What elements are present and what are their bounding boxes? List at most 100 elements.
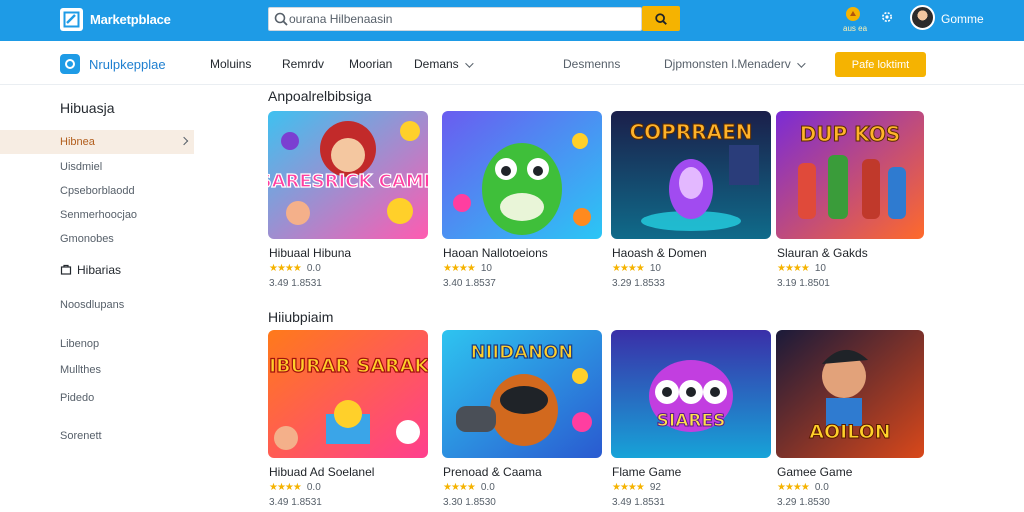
bag-icon xyxy=(60,264,72,275)
store-brand[interactable]: Nrulpkepplae xyxy=(89,57,166,72)
app-logo-icon[interactable] xyxy=(60,8,83,31)
rating-stars-icon: ★★★★ xyxy=(269,263,302,274)
nav-item-3[interactable]: Moorian xyxy=(349,57,392,71)
nav-dropdown[interactable]: Demans xyxy=(414,57,474,71)
app-brand[interactable]: Marketpblace xyxy=(90,12,171,27)
section-title: Hiiubpiaim xyxy=(268,309,334,325)
game-thumbnail[interactable]: AOILON xyxy=(776,330,924,458)
rating-value: 92 xyxy=(649,482,661,493)
store-logo-icon[interactable] xyxy=(60,54,80,74)
game-rating: ★★★★ 0.0 xyxy=(269,263,321,274)
search-icon xyxy=(655,12,667,25)
game-meta: 3.40 1.8537 xyxy=(443,278,496,289)
game-thumbnail[interactable] xyxy=(442,111,602,239)
user-name[interactable]: Gomme xyxy=(941,12,984,26)
game-thumbnail[interactable]: COPRRAEN xyxy=(611,111,771,239)
game-rating: ★★★★ 10 xyxy=(612,263,661,274)
game-rating: ★★★★ 0.0 xyxy=(443,482,495,493)
user-avatar[interactable] xyxy=(910,5,935,30)
sidebar-item-label: Hibnea xyxy=(60,136,95,148)
game-meta: 3.49 1.8531 xyxy=(269,278,322,289)
chevron-down-icon xyxy=(464,59,474,68)
nav-dropdown-2[interactable]: Djpmonsten l.Menaderv xyxy=(664,57,806,71)
game-title[interactable]: Flame Game xyxy=(612,465,681,479)
nav-item-2[interactable]: Remrdv xyxy=(282,57,324,71)
search-box[interactable] xyxy=(268,7,642,31)
thumbnail-art-text: SIARES xyxy=(657,411,726,431)
rating-value: 10 xyxy=(649,263,661,274)
game-meta: 3.19 1.8501 xyxy=(777,278,830,289)
rating-value: 0.0 xyxy=(306,482,321,493)
rating-stars-icon: ★★★★ xyxy=(269,482,302,493)
rating-value: 10 xyxy=(480,263,492,274)
search-input[interactable] xyxy=(289,10,629,28)
rating-value: 0.0 xyxy=(306,263,321,274)
sidebar: Hibuasja Hibnea Uisdmiel Cpseborblaodd S… xyxy=(0,85,194,512)
sidebar-group[interactable]: Noosdlupans xyxy=(60,299,124,311)
game-meta: 3.49 1.8531 xyxy=(269,497,322,508)
game-title[interactable]: Haoash & Domen xyxy=(612,246,707,260)
game-title[interactable]: Haoan Nallotoeions xyxy=(443,246,548,260)
chevron-right-icon xyxy=(179,136,189,146)
sidebar-item-bag[interactable]: Hibarias xyxy=(77,263,121,277)
sidebar-item[interactable]: Senmerhoocjao xyxy=(60,209,137,221)
settings-icon[interactable] xyxy=(880,10,894,24)
game-rating: ★★★★ 0.0 xyxy=(269,482,321,493)
game-meta: 3.29 1.8530 xyxy=(777,497,830,508)
notification-label: aus ea xyxy=(843,24,868,33)
thumbnail-art-text: AOILON xyxy=(809,421,890,443)
game-meta: 3.30 1.8530 xyxy=(443,497,496,508)
chevron-down-icon xyxy=(796,59,806,68)
rating-stars-icon: ★★★★ xyxy=(443,263,476,274)
game-title[interactable]: Hibuaal Hibuna xyxy=(269,246,351,260)
main-nav: Nrulpkepplae Moluins Remrdv Moorian Dema… xyxy=(0,41,1024,85)
section-title: Anpoalrelbibsiga xyxy=(268,88,372,104)
game-rating: ★★★★ 10 xyxy=(777,263,826,274)
game-title[interactable]: Slauran & Gakds xyxy=(777,246,868,260)
sidebar-item[interactable]: Uisdmiel xyxy=(60,161,102,173)
rating-value: 0.0 xyxy=(814,482,829,493)
thumbnail-art-text: DUP KOS xyxy=(800,122,900,146)
thumbnail-art-text: COPRRAEN xyxy=(629,120,752,144)
sidebar-item[interactable]: Cpseborblaodd xyxy=(60,185,135,197)
sidebar-group[interactable]: Sorenett xyxy=(60,430,102,442)
rating-stars-icon: ★★★★ xyxy=(612,482,645,493)
game-meta: 3.49 1.8531 xyxy=(612,497,665,508)
game-thumbnail[interactable]: NIIDANON xyxy=(442,330,602,458)
top-bar: Marketpblace aus ea Gomme xyxy=(0,0,1024,41)
thumbnail-art-text: SARESRICK CAMB xyxy=(268,171,428,192)
rating-stars-icon: ★★★★ xyxy=(612,263,645,274)
rating-stars-icon: ★★★★ xyxy=(777,263,810,274)
thumbnail-art-text: HIBURAR SARAKS xyxy=(268,355,428,377)
game-thumbnail[interactable]: HIBURAR SARAKS xyxy=(268,330,428,458)
game-meta: 3.29 1.8533 xyxy=(612,278,665,289)
search-icon xyxy=(274,12,288,26)
game-thumbnail[interactable]: SIARES xyxy=(611,330,771,458)
game-title[interactable]: Gamee Game xyxy=(777,465,852,479)
nav-dropdown-label: Demans xyxy=(414,57,459,71)
notification-icon[interactable] xyxy=(845,6,861,22)
rating-value: 0.0 xyxy=(480,482,495,493)
nav-item-1[interactable]: Moluins xyxy=(210,57,251,71)
game-rating: ★★★★ 10 xyxy=(443,263,492,274)
sidebar-group[interactable]: Libenop xyxy=(60,338,99,350)
sidebar-group[interactable]: Pidedo xyxy=(60,392,94,404)
cta-button[interactable]: Pafe loktimt xyxy=(835,52,926,77)
rating-stars-icon: ★★★★ xyxy=(777,482,810,493)
rating-stars-icon: ★★★★ xyxy=(443,482,476,493)
sidebar-item[interactable]: Gmonobes xyxy=(60,233,114,245)
sidebar-heading: Hibuasja xyxy=(60,100,115,116)
game-thumbnail[interactable]: DUP KOS xyxy=(776,111,924,239)
game-rating: ★★★★ 0.0 xyxy=(777,482,829,493)
search-button[interactable] xyxy=(642,6,680,31)
rating-value: 10 xyxy=(814,263,826,274)
game-rating: ★★★★ 92 xyxy=(612,482,661,493)
game-title[interactable]: Prenoad & Caama xyxy=(443,465,542,479)
thumbnail-art-text: NIIDANON xyxy=(471,342,574,363)
sidebar-group[interactable]: Mullthes xyxy=(60,364,101,376)
nav-dropdown-2-label: Djpmonsten l.Menaderv xyxy=(664,57,791,71)
game-title[interactable]: Hibuad Ad Soelanel xyxy=(269,465,374,479)
sidebar-item-active[interactable]: Hibnea xyxy=(0,130,194,154)
game-thumbnail[interactable]: SARESRICK CAMB xyxy=(268,111,428,239)
nav-link[interactable]: Desmenns xyxy=(563,57,620,71)
